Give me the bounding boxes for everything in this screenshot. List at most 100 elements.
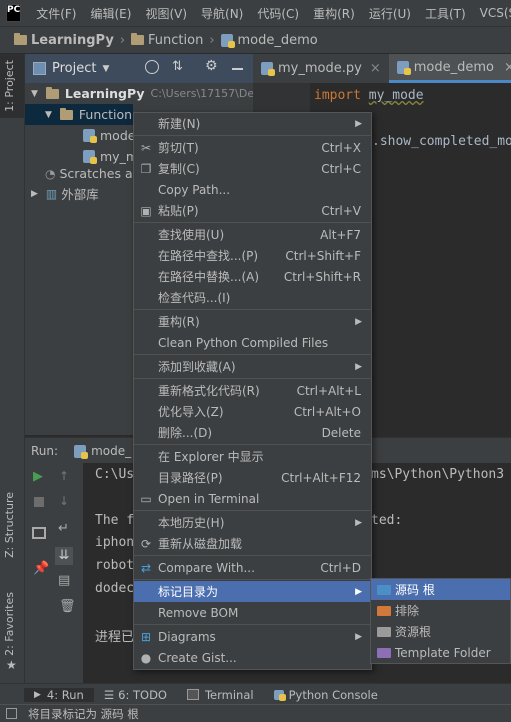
context-menu-item[interactable]: ▣ 粘贴(P) Ctrl+V [134,200,371,221]
print-icon[interactable]: ▤ [58,573,70,588]
submenu-item[interactable]: 源码 根 [371,579,510,600]
project-tool-tab[interactable]: 1: Project [0,54,24,118]
submenu-arrow-icon: ▶ [355,517,362,528]
menu-separator [134,444,371,445]
submenu-item[interactable]: 排除 [371,600,510,621]
context-menu-item[interactable]: ⇄ Compare With... Ctrl+D [134,557,371,578]
context-menu-item[interactable]: ● Create Gist... [134,647,371,668]
context-menu-item[interactable]: 删除...(D) Delete [134,422,371,443]
favorites-tool-label: 2: Favorites [3,592,16,656]
submenu-item[interactable]: 资源根 [371,621,510,642]
folder-icon [377,606,391,616]
tab-mode-demo[interactable]: mode_demo × [388,54,511,83]
context-menu-item[interactable]: ❐ 复制(C) Ctrl+C [134,158,371,179]
run-tab[interactable]: mode_ [74,444,131,459]
menu-item-shortcut: Ctrl+Alt+O [293,404,361,419]
pin-icon[interactable]: 📌 [33,561,49,576]
menu-vcs[interactable]: VCS(S) [473,6,511,20]
gear-icon[interactable]: ⚙ [205,58,218,74]
python-file-icon [396,60,411,75]
context-menu-item[interactable]: 新建(N) ▶ [134,113,371,134]
collapse-all-icon[interactable]: ⇅ [172,59,183,74]
menu-item-label: 检查代码...(I) [158,291,231,305]
submenu-item-label: 源码 根 [395,583,435,597]
menu-code[interactable]: 代码(C) [250,5,306,22]
tab-my-mode[interactable]: my_mode.py × [253,54,389,83]
breadcrumb-project[interactable]: LearningPy [14,33,114,48]
status-bar: 将目录标记为 源码 根 [0,704,511,722]
project-view-selector[interactable]: Project [52,61,96,76]
context-menu-item[interactable]: 重新格式化代码(R) Ctrl+Alt+L [134,380,371,401]
mark-directory-submenu: 源码 根排除 资源根 Template Folder [370,578,511,664]
context-menu-item[interactable]: 在 Explorer 中显示 [134,446,371,467]
context-menu-item[interactable]: 添加到收藏(A) ▶ [134,356,371,377]
arrow-up-icon[interactable]: ↑ [59,469,69,483]
menu-run[interactable]: 运行(U) [362,5,418,22]
tree-node-file[interactable]: mode [25,125,135,146]
tool-todo[interactable]: ☰ 6: TODO [94,688,177,702]
context-menu: 新建(N) ▶ ✂ 剪切(T) Ctrl+X ❐ 复制(C) Ctrl+C Copy Path.… [133,112,372,670]
soft-wrap-icon[interactable]: ↵ [58,521,69,536]
expand-arrow-icon[interactable]: ▶ [31,189,38,199]
close-icon[interactable]: × [370,61,381,76]
favorites-tool-tab[interactable]: 2: Favorites ★ [0,586,24,676]
tool-terminal[interactable]: Terminal [177,688,264,702]
run-icon[interactable]: ▶ [33,469,43,484]
tool-run[interactable]: ▶ 4: Run [24,687,94,702]
python-file-icon [83,129,97,143]
menu-navigate[interactable]: 导航(N) [194,5,250,22]
context-menu-item[interactable]: Clean Python Compiled Files [134,332,371,353]
structure-tool-tab[interactable]: Z: Structure [0,486,24,570]
expand-arrow-icon[interactable]: ▼ [45,110,52,120]
tool-python-console[interactable]: Python Console [264,688,388,702]
copy-icon: ❐ [140,161,152,176]
context-menu-item[interactable]: ⟳ 重新从磁盘加载 [134,533,371,554]
submenu-arrow-icon: ▶ [355,316,362,327]
layout-icon[interactable] [32,527,46,539]
context-menu-item[interactable]: 本地历史(H) ▶ [134,512,371,533]
context-menu-item[interactable]: 重构(R) ▶ [134,311,371,332]
close-icon[interactable]: × [504,60,511,75]
python-file-icon [220,33,235,48]
context-menu-item[interactable]: ▭ Open in Terminal [134,488,371,509]
menu-item-label: 在 Explorer 中显示 [158,450,264,464]
context-menu-item[interactable]: ⊞ Diagrams ▶ [134,626,371,647]
menu-refactor[interactable]: 重构(R) [306,5,362,22]
menu-item-label: 目录路径(P) [158,471,223,485]
stop-icon[interactable] [34,497,44,507]
context-menu-item[interactable]: 检查代码...(I) [134,287,371,308]
context-menu-item[interactable]: 查找使用(U) Alt+F7 [134,224,371,245]
scroll-to-end-icon[interactable]: ⇊ [55,547,73,565]
context-menu-item[interactable]: Copy Path... [134,179,371,200]
breadcrumb-function[interactable]: Function [131,33,203,48]
menu-tools[interactable]: 工具(T) [418,5,473,22]
menu-item-shortcut: Alt+F7 [320,227,361,242]
context-menu-item[interactable]: 标记目录为 ▶ [134,581,371,602]
breadcrumb: LearningPy › Function › mode_demo [0,26,511,54]
chevron-down-icon[interactable]: ▼ [102,64,109,74]
tree-node-scratches[interactable]: ◔ Scratches ar [25,163,138,184]
menu-item-label: 重构(R) [158,315,200,329]
context-menu-item[interactable]: 在路径中替换...(A) Ctrl+Shift+R [134,266,371,287]
hide-icon[interactable] [232,68,243,70]
cut-icon: ✂ [140,140,152,155]
expand-arrow-icon[interactable]: ▼ [31,89,38,99]
context-menu-item[interactable]: 优化导入(Z) Ctrl+Alt+O [134,401,371,422]
context-menu-item[interactable]: ✂ 剪切(T) Ctrl+X [134,137,371,158]
code-line-3: .show_completed_mo [372,134,511,149]
arrow-down-icon[interactable]: ↓ [59,494,69,508]
locate-icon[interactable] [145,60,159,74]
menu-edit[interactable]: 编辑(E) [83,5,138,22]
menu-file[interactable]: 文件(F) [29,5,83,22]
editor-tabs: my_mode.py × mode_demo × [253,54,511,83]
breadcrumb-file[interactable]: mode_demo [220,33,318,48]
menu-view[interactable]: 视图(V) [138,5,194,22]
context-menu-item[interactable]: 在路径中查找...(P) Ctrl+Shift+F [134,245,371,266]
trash-icon[interactable]: 🗑 [59,599,76,614]
tree-node-function[interactable]: ▼ Function [25,104,133,125]
toggle-tool-windows-icon[interactable] [6,708,17,719]
context-menu-item[interactable]: 目录路径(P) Ctrl+Alt+F12 [134,467,371,488]
tree-node-external-libraries[interactable]: ▶ ▥ 外部库 [25,183,99,204]
submenu-item[interactable]: Template Folder [371,642,510,663]
context-menu-item[interactable]: Remove BOM [134,602,371,623]
